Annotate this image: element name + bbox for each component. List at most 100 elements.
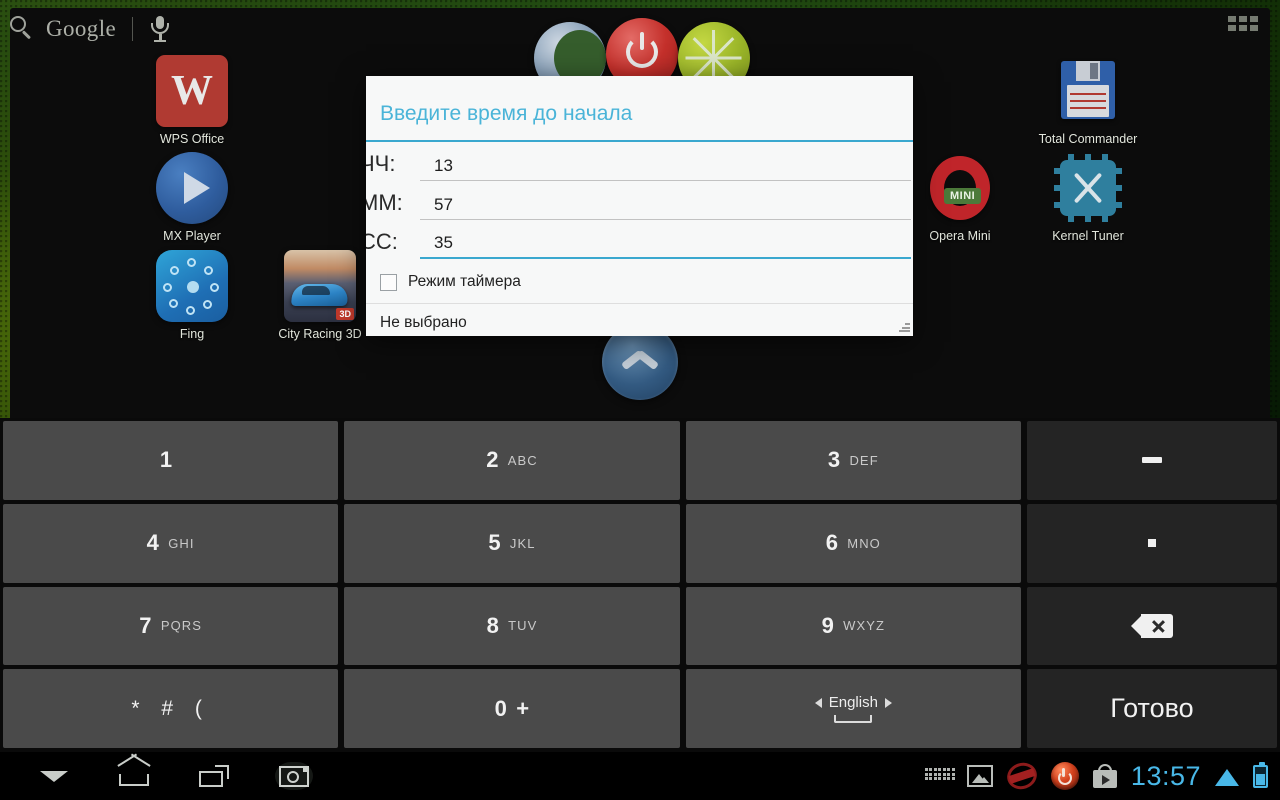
key-letters: MNO — [847, 535, 881, 551]
fing-icon — [156, 250, 228, 322]
resize-grip-icon[interactable] — [898, 320, 910, 332]
system-navigation-bar: 13:57 — [0, 752, 1280, 800]
microphone-icon[interactable] — [149, 15, 171, 43]
app-label: WPS Office — [159, 132, 225, 146]
key-8[interactable]: 8 TUV — [344, 586, 680, 666]
chevron-right-icon[interactable] — [884, 697, 892, 708]
key-1[interactable]: 1 — [3, 421, 339, 500]
field-row-seconds: СС: 35 — [366, 220, 913, 259]
timer-mode-checkbox[interactable] — [380, 273, 397, 291]
numeric-keyboard: 1 2 ABC 3 DEF 4 GHI 5 JKL 6 MNO 7 PQRS 8… — [0, 418, 1280, 752]
input-hours[interactable]: 13 — [420, 152, 911, 180]
apps-grid-icon[interactable] — [1228, 16, 1258, 38]
input-minutes[interactable]: 57 — [420, 191, 911, 219]
app-icon-fing[interactable]: Fing — [137, 250, 247, 341]
key-4[interactable]: 4 GHI — [3, 503, 339, 583]
nav-recent-apps[interactable] — [174, 752, 254, 800]
key-backspace[interactable] — [1026, 586, 1277, 666]
chevron-down-icon — [40, 770, 68, 782]
field-row-minutes: ММ: 57 — [366, 181, 913, 220]
app-icon-city-racing-3d[interactable]: 3D City Racing 3D — [265, 250, 375, 341]
key-plus: + — [516, 695, 530, 721]
key-digit: 3 — [827, 447, 841, 473]
keyboard-icon[interactable] — [924, 768, 955, 784]
field-row-hours: ЧЧ: 13 — [366, 142, 913, 181]
play-store-icon[interactable] — [1092, 764, 1117, 788]
key-letters: ABC — [507, 452, 538, 468]
google-search-widget[interactable]: Google — [10, 10, 171, 48]
app-label: MX Player — [163, 229, 221, 243]
app-icon-total-commander[interactable]: Total Commander — [1033, 55, 1143, 146]
done-label: Готово — [1110, 693, 1194, 724]
key-dash[interactable] — [1026, 421, 1277, 500]
app-icon-wps-office[interactable]: W WPS Office — [137, 55, 247, 146]
app-icon-kernel-tuner[interactable]: Kernel Tuner — [1033, 152, 1143, 243]
dialog-footer[interactable]: Не выбрано — [366, 304, 913, 336]
update-stamp-icon[interactable] — [1003, 759, 1041, 793]
key-digit: 6 — [825, 530, 839, 556]
key-done[interactable]: Готово — [1026, 669, 1277, 748]
nav-screenshot[interactable] — [254, 752, 334, 800]
search-icon[interactable] — [10, 16, 36, 42]
key-0[interactable]: 0 + — [344, 669, 680, 748]
period-icon — [1147, 539, 1156, 548]
key-6[interactable]: 6 MNO — [685, 503, 1021, 583]
power-button-icon[interactable] — [1050, 762, 1079, 790]
timer-mode-label: Режим таймера — [408, 273, 521, 290]
total-commander-icon — [1052, 55, 1124, 127]
key-letters: WXYZ — [843, 618, 886, 634]
image-icon[interactable] — [966, 765, 993, 787]
opera-mini-icon: MINI — [924, 152, 996, 224]
status-clock[interactable]: 13:57 — [1131, 761, 1201, 792]
key-letters: PQRS — [160, 618, 203, 634]
key-letters: GHI — [168, 535, 195, 551]
label-hours: ЧЧ: — [366, 151, 396, 176]
backspace-icon — [1130, 613, 1173, 638]
key-digit: 1 — [159, 447, 173, 473]
keyboard-row-4: * # ( 0 + English Готово — [0, 667, 1280, 750]
label-seconds: СС: — [366, 229, 398, 254]
app-icon-opera-mini[interactable]: MINI Opera Mini — [905, 152, 1015, 243]
spacebar-icon — [834, 715, 873, 724]
app-label: Fing — [179, 327, 205, 341]
wifi-icon[interactable] — [1215, 767, 1239, 786]
key-period[interactable] — [1026, 503, 1277, 583]
key-letters: JKL — [509, 535, 536, 551]
selection-status-text: Не выбрано — [380, 314, 467, 331]
mx-player-icon — [156, 152, 228, 224]
key-5[interactable]: 5 JKL — [344, 503, 680, 583]
wps-office-icon: W — [156, 55, 228, 127]
battery-icon[interactable] — [1253, 761, 1268, 788]
key-symbols[interactable]: * # ( — [3, 669, 339, 748]
nav-home[interactable] — [94, 752, 174, 800]
google-brand-label: Google — [46, 16, 117, 41]
key-digit: 4 — [146, 530, 160, 556]
keyboard-row-2: 4 GHI 5 JKL 6 MNO — [0, 502, 1280, 585]
app-label: Total Commander — [1038, 132, 1138, 146]
key-digit: 0 — [494, 695, 508, 721]
recent-apps-icon — [199, 765, 229, 787]
key-7[interactable]: 7 PQRS — [3, 586, 339, 666]
nav-back-hide-keyboard[interactable] — [14, 752, 94, 800]
badge-mini: MINI — [944, 188, 982, 204]
key-2[interactable]: 2 ABC — [344, 421, 680, 500]
city-racing-icon: 3D — [284, 250, 356, 322]
timer-mode-checkbox-row[interactable]: Режим таймера — [366, 259, 913, 291]
key-letters: TUV — [508, 618, 538, 634]
status-icons: 13:57 — [924, 759, 1280, 793]
app-icon-mx-player[interactable]: MX Player — [137, 152, 247, 243]
language-label: English — [828, 694, 878, 712]
keyboard-row-1: 1 2 ABC 3 DEF — [0, 419, 1280, 502]
camera-icon — [275, 762, 313, 790]
input-seconds[interactable]: 35 — [420, 229, 911, 257]
kernel-tuner-icon — [1052, 152, 1124, 224]
key-letters: DEF — [849, 452, 879, 468]
badge-3d: 3D — [336, 308, 354, 320]
chevron-left-icon[interactable] — [814, 697, 822, 708]
keyboard-row-3: 7 PQRS 8 TUV 9 WXYZ — [0, 585, 1280, 668]
app-label: Opera Mini — [929, 229, 991, 243]
app-label: Kernel Tuner — [1052, 229, 1124, 243]
key-3[interactable]: 3 DEF — [685, 421, 1021, 500]
key-language[interactable]: English — [685, 669, 1021, 748]
key-9[interactable]: 9 WXYZ — [685, 586, 1021, 666]
